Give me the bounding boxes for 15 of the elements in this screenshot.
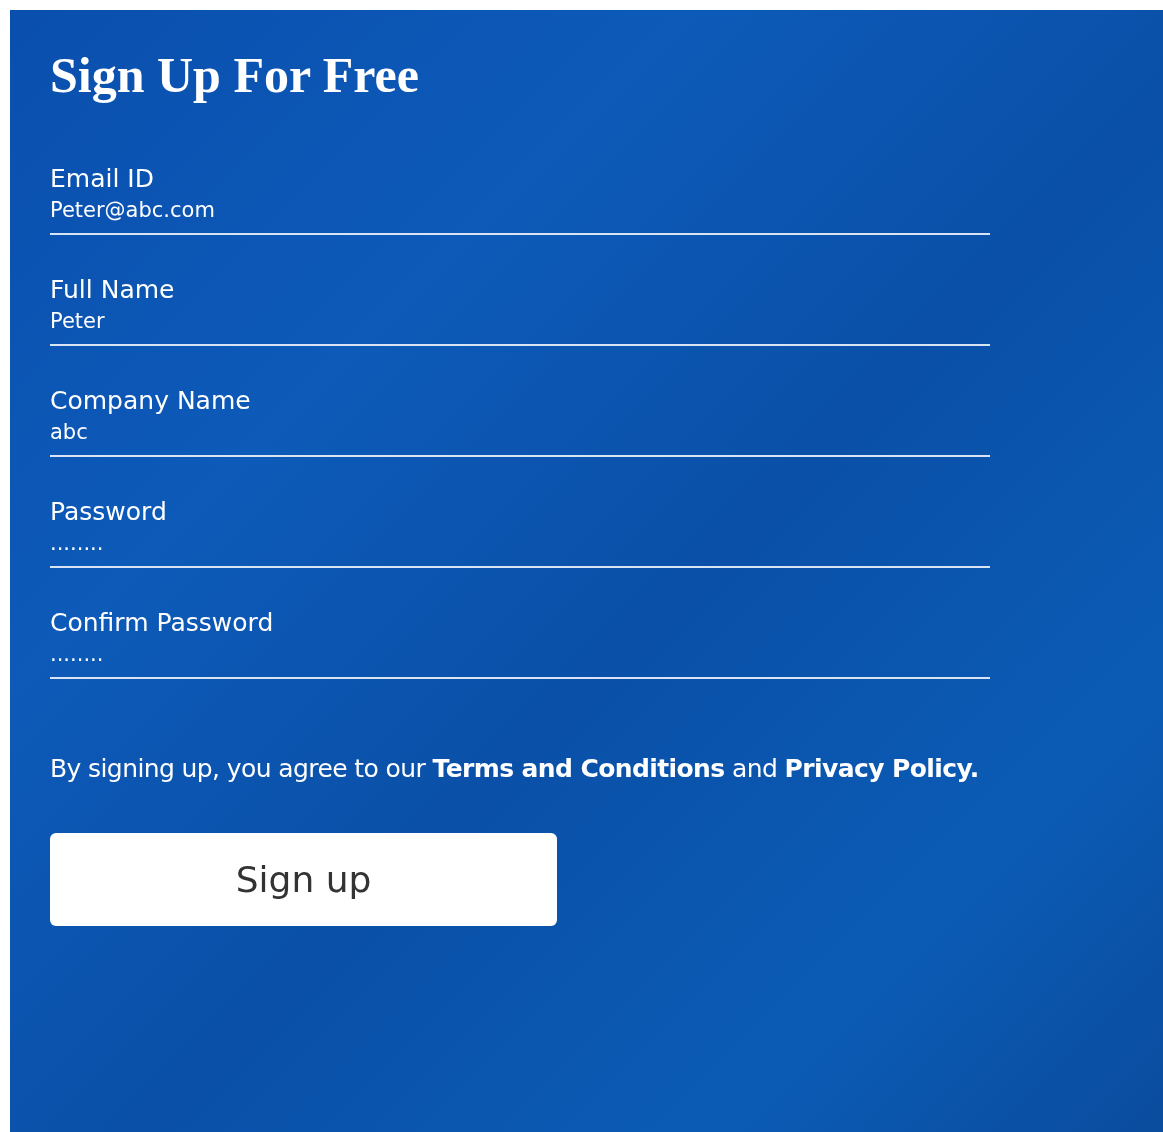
field-label: Company Name	[50, 385, 252, 417]
signup-button[interactable]: Sign up	[50, 833, 557, 926]
field-label: Email ID	[50, 163, 155, 195]
input-field[interactable]: Peter@abc.com	[50, 195, 990, 235]
input-field[interactable]: ........	[50, 528, 990, 568]
terms-link[interactable]: Terms and Conditions	[432, 754, 725, 783]
form-title: Sign Up For Free	[50, 48, 420, 103]
privacy-link[interactable]: Privacy Policy.	[784, 754, 979, 783]
field-label: Confirm Password	[50, 607, 275, 639]
field-label: Password	[50, 496, 168, 528]
field-label: Full Name	[50, 274, 176, 306]
input-field[interactable]: ........	[50, 639, 990, 679]
input-field[interactable]: abc	[50, 417, 990, 457]
input-field[interactable]: Peter	[50, 306, 990, 346]
agreement-text: By signing up, you agree to our Terms and Conditions and Privacy Policy.	[50, 754, 980, 783]
